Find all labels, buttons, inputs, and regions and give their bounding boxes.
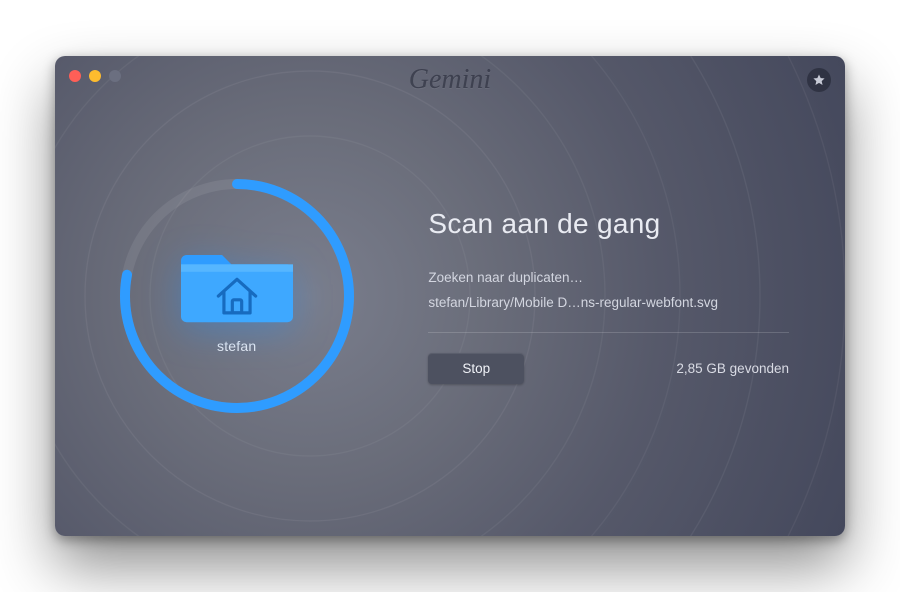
content-area: stefan Scan aan de gang Zoeken naar dupl… <box>55 56 845 536</box>
home-folder-icon <box>181 238 293 328</box>
divider <box>428 332 789 333</box>
action-row: Stop 2,85 GB gevonden <box>428 353 789 384</box>
scan-heading: Scan aan de gang <box>428 208 789 240</box>
progress-ring: stefan <box>107 166 367 426</box>
scan-visual-panel: stefan <box>55 56 418 536</box>
scan-status-text: Zoeken naar duplicaten… <box>428 270 789 285</box>
app-window: Gemini <box>55 56 845 536</box>
found-size-text: 2,85 GB gevonden <box>676 361 789 376</box>
scan-current-path: stefan/Library/Mobile D…ns-regular-webfo… <box>428 295 789 310</box>
stop-button[interactable]: Stop <box>428 353 524 384</box>
scan-info-panel: Scan aan de gang Zoeken naar duplicaten…… <box>418 208 845 384</box>
